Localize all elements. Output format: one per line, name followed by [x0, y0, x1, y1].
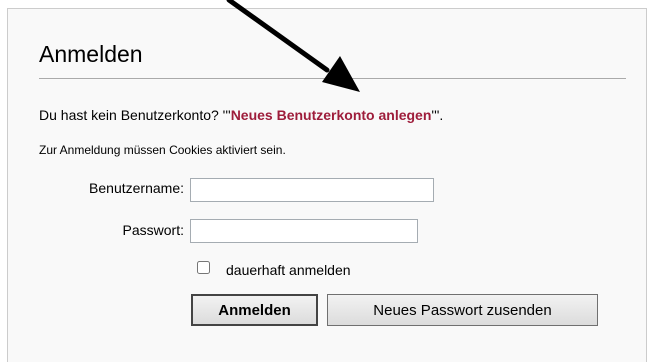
password-label: Passwort: — [122, 222, 184, 238]
no-account-text: Du hast kein Benutzerkonto? ''' — [39, 107, 231, 123]
no-account-suffix: '''. — [431, 107, 444, 123]
login-button[interactable]: Anmelden — [191, 294, 318, 326]
username-input[interactable] — [190, 178, 434, 202]
create-account-link[interactable]: Neues Benutzerkonto anlegen — [231, 107, 432, 123]
remember-checkbox[interactable] — [197, 261, 210, 274]
title-divider — [39, 78, 626, 79]
username-label: Benutzername: — [89, 180, 184, 196]
page-title: Anmelden — [39, 41, 143, 67]
password-input[interactable] — [190, 219, 418, 243]
remember-label: dauerhaft anmelden — [226, 262, 351, 278]
cookies-notice: Zur Anmeldung müssen Cookies aktiviert s… — [39, 143, 286, 157]
send-new-password-button[interactable]: Neues Passwort zusenden — [327, 294, 598, 326]
no-account-line: Du hast kein Benutzerkonto? '''Neues Ben… — [39, 107, 443, 123]
